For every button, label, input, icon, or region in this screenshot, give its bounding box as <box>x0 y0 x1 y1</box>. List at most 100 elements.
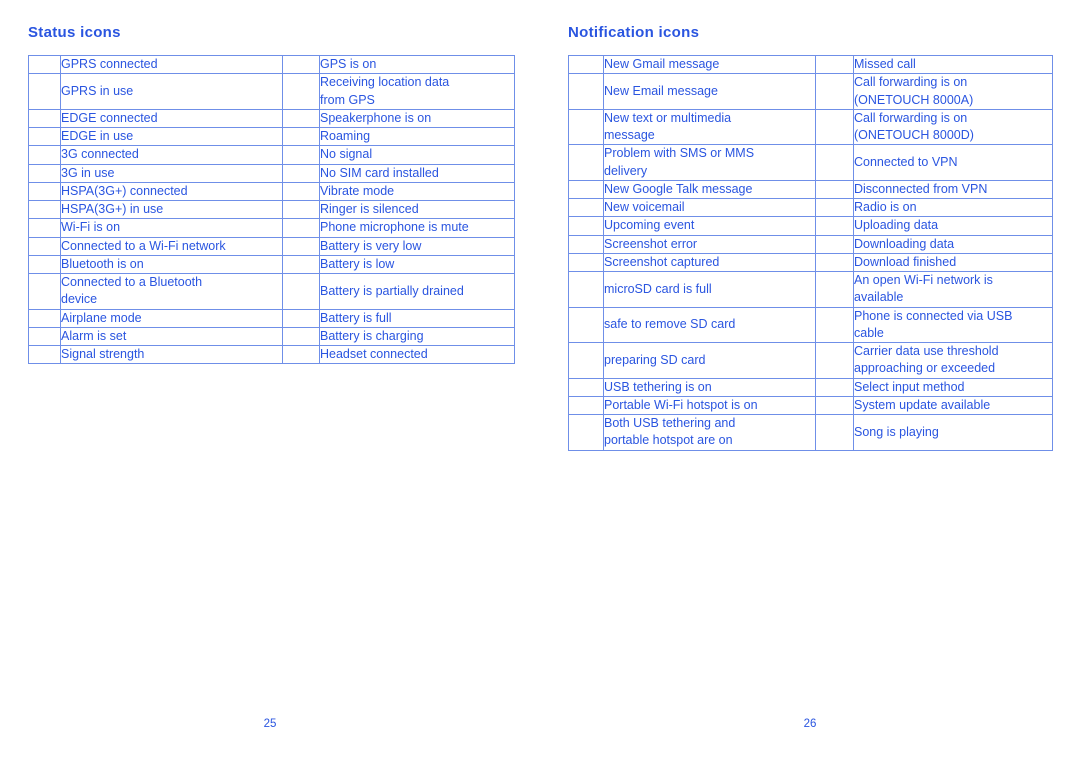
notification-icon-glyph-left <box>568 414 604 451</box>
icon-description-left: Screenshot error <box>603 234 816 254</box>
icon-description-right: Battery is low <box>319 254 515 275</box>
icon-description-text: Airplane mode <box>61 310 142 325</box>
icon-description-right: Phone is connected via USB cable <box>853 306 1053 343</box>
status-icon-glyph-right <box>282 126 320 147</box>
notification-icon-glyph-left <box>568 73 604 110</box>
status-icon-glyph-left <box>28 308 61 328</box>
icon-description-right: Connected to VPN <box>853 144 1053 181</box>
icon-description-right: System update available <box>853 395 1053 416</box>
icon-description-right: Phone microphone is mute <box>319 218 515 238</box>
icon-description-text: Song is playing <box>854 424 939 439</box>
status-icon-glyph-left <box>28 54 61 75</box>
notification-icon-glyph-left <box>568 342 604 379</box>
icon-description-text: New voicemail <box>604 200 685 214</box>
status-icon-glyph-left <box>28 163 61 183</box>
status-icon-glyph-left <box>28 108 61 129</box>
icon-description-right: Roaming <box>319 126 515 147</box>
notification-icon-glyph-right <box>815 216 854 236</box>
icon-description-text: Both USB tethering and portable hotspot … <box>604 416 736 448</box>
icon-description-right: Battery is charging <box>319 326 515 347</box>
notification-icon-glyph-right <box>815 197 854 218</box>
table-row: EDGE connected Speakerphone is on <box>28 108 515 129</box>
icon-description-text: safe to remove SD card <box>604 317 736 332</box>
icon-description-text: Problem with SMS or MMS delivery <box>604 146 755 178</box>
notification-icon-glyph-left <box>568 271 604 308</box>
status-icon-glyph-right <box>282 108 320 129</box>
icon-description-text: Screenshot error <box>604 236 698 251</box>
icon-description-right: Speakerphone is on <box>319 108 515 129</box>
status-icon-glyph-left <box>28 273 61 310</box>
icon-description-text: Missed call <box>854 57 916 71</box>
status-icon-glyph-right <box>282 199 320 220</box>
icon-description-right: Download finished <box>853 252 1053 273</box>
table-row: safe to remove SD card Phone is connected… <box>568 306 1053 343</box>
status-icon-glyph-right <box>282 344 320 365</box>
notification-icon-glyph-left <box>568 395 604 416</box>
icon-description-text: Battery is very low <box>320 238 422 253</box>
icon-description-left: Airplane mode <box>60 308 283 328</box>
table-row: 3G connected No signal <box>28 145 515 165</box>
icon-description-right: Battery is partially drained <box>319 273 515 310</box>
icon-description-text: Uploading data <box>854 218 939 233</box>
status-icon-glyph-left <box>28 254 61 275</box>
status-icon-glyph-left <box>28 181 61 202</box>
manual-page-spread: Status icons GPRS connected GPS is on GPRS… <box>0 0 1080 767</box>
icon-description-left: 3G in use <box>60 163 283 183</box>
status-icon-glyph-left <box>28 326 61 347</box>
status-icon-glyph-right <box>282 163 320 183</box>
icon-description-left: EDGE in use <box>60 126 283 147</box>
icon-description-text: New Gmail message <box>604 57 720 71</box>
table-row: New Google Talk message Disconnected from… <box>568 179 1053 200</box>
icon-description-left: EDGE connected <box>60 108 283 129</box>
status-icon-glyph-left <box>28 199 61 220</box>
icon-description-right: Disconnected from VPN <box>853 179 1053 200</box>
status-icon-glyph-left <box>28 236 61 256</box>
icon-description-right: No signal <box>319 145 515 165</box>
icon-description-text: Battery is full <box>320 310 392 325</box>
table-row: Airplane mode Battery is full <box>28 308 515 328</box>
icon-description-text: Screenshot captured <box>604 254 720 269</box>
icon-description-text: New Google Talk message <box>604 181 753 196</box>
notification-icon-glyph-left <box>568 252 604 273</box>
icon-description-text: Roaming <box>320 129 371 143</box>
table-row: New text or multimedia message Call forwa… <box>568 108 1053 146</box>
table-row: Portable Wi-Fi hotspot is on System updat… <box>568 395 1053 416</box>
icon-description-text: Radio is on <box>854 200 917 214</box>
table-row: Screenshot error Downloading data <box>568 234 1053 254</box>
icon-description-text: Headset connected <box>320 347 428 361</box>
icon-description-text: Battery is charging <box>320 328 424 343</box>
notification-icons-page: Notification icons New Gmail message Miss… <box>540 0 1080 767</box>
icon-description-left: Upcoming event <box>603 216 816 236</box>
icon-description-right: Downloading data <box>853 234 1053 254</box>
page-number-left: 25 <box>263 718 277 730</box>
notification-icon-glyph-left <box>568 234 604 254</box>
icon-description-text: No signal <box>320 147 373 162</box>
icon-description-text: Phone is connected via USB cable <box>854 308 1013 340</box>
status-icon-glyph-left <box>28 73 61 110</box>
notification-icon-glyph-left <box>568 197 604 218</box>
icon-description-right: Missed call <box>853 54 1053 75</box>
icon-description-text: New text or multimedia message <box>604 110 732 142</box>
icon-description-left: Both USB tethering and portable hotspot … <box>603 414 816 451</box>
icon-description-text: Wi-Fi is on <box>61 220 121 235</box>
icon-description-text: Call forwarding is on (ONETOUCH 8000D) <box>854 110 974 142</box>
icon-description-left: Bluetooth is on <box>60 254 283 275</box>
icon-description-left: safe to remove SD card <box>603 306 816 343</box>
icon-description-left: New Gmail message <box>603 54 816 75</box>
icon-description-right: Headset connected <box>319 344 515 365</box>
notification-icons-table: New Gmail message Missed call New Email me… <box>568 54 1053 451</box>
icon-description-right: No SIM card installed <box>319 163 515 183</box>
notification-icon-glyph-left <box>568 306 604 343</box>
table-row: New Email message Call forwarding is on (… <box>568 73 1053 110</box>
icon-description-left: New Google Talk message <box>603 179 816 200</box>
icon-description-right: Select input method <box>853 377 1053 397</box>
status-icon-glyph-left <box>28 145 61 165</box>
icon-description-text: Battery is partially drained <box>320 283 464 298</box>
status-icons-table: GPRS connected GPS is on GPRS in use Receiv… <box>28 54 515 365</box>
notification-icon-glyph-right <box>815 234 854 254</box>
icon-description-text: Connected to a Wi-Fi network <box>61 238 226 253</box>
notification-icon-glyph-right <box>815 271 854 308</box>
table-row: Problem with SMS or MMS delivery Connecte… <box>568 144 1053 181</box>
icon-description-text: GPRS connected <box>61 57 158 71</box>
icon-description-text: 3G connected <box>61 147 139 162</box>
